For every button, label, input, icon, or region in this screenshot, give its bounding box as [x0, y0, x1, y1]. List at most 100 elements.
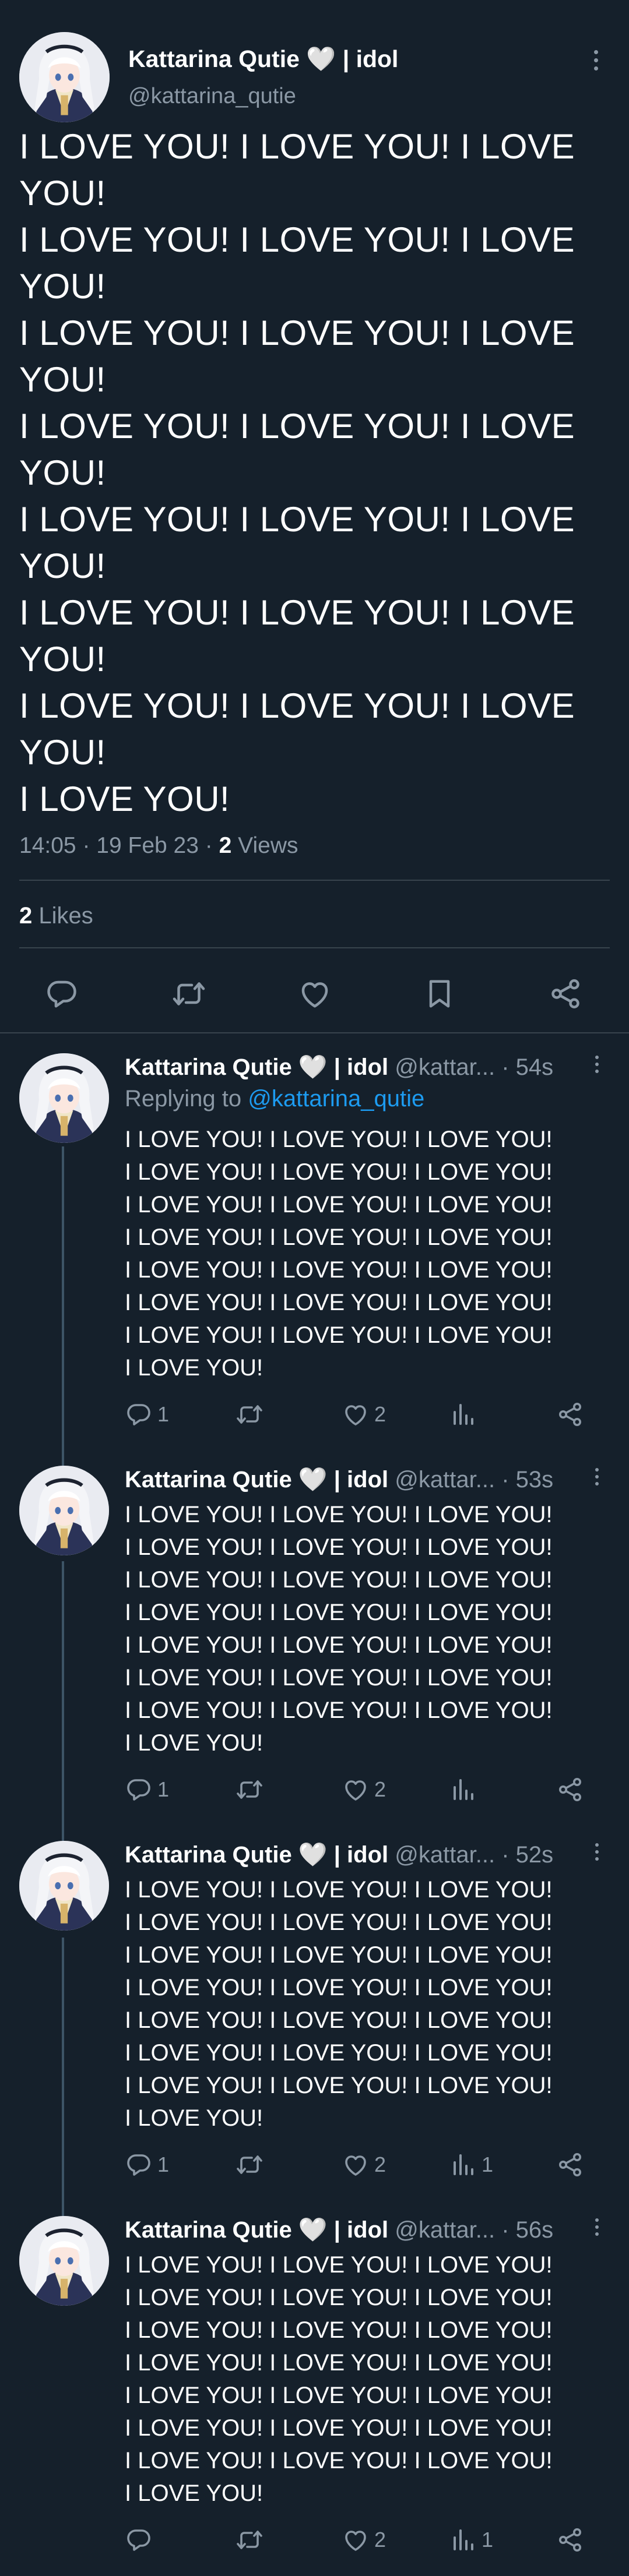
- avatar[interactable]: [19, 32, 110, 122]
- like-button[interactable]: [295, 974, 335, 1014]
- more-icon[interactable]: [593, 1468, 600, 1485]
- meta-separator: ·: [205, 833, 213, 858]
- tweet-text: I LOVE YOU! I LOVE YOU! I LOVE YOU! I LO…: [19, 127, 575, 818]
- reply-button[interactable]: 1: [125, 1772, 169, 1807]
- meta-separator: ·: [82, 833, 90, 858]
- author-handle[interactable]: @kattar...: [395, 1467, 495, 1492]
- retweet-button[interactable]: [236, 2147, 268, 2182]
- views-icon: [449, 1776, 477, 1804]
- author-handle[interactable]: @kattar...: [395, 2217, 495, 2243]
- divider: [0, 1032, 629, 1033]
- share-icon: [556, 2151, 584, 2179]
- like-button[interactable]: 2: [342, 1397, 386, 1432]
- reply-button[interactable]: 1: [125, 2147, 169, 2182]
- more-icon[interactable]: [593, 1843, 600, 1861]
- retweet-button[interactable]: [169, 974, 209, 1014]
- tweet-actions: 2 1: [125, 2522, 591, 2557]
- views-button[interactable]: [449, 1397, 482, 1432]
- likes-label: Likes: [38, 903, 93, 929]
- tweet-text: I LOVE YOU! I LOVE YOU! I LOVE YOU! I LO…: [125, 1502, 553, 1756]
- replying-to: Replying to @kattarina_qutie: [125, 1086, 424, 1112]
- retweet-icon: [171, 976, 206, 1011]
- heart-icon: [342, 1776, 370, 1804]
- retweet-button[interactable]: [236, 1772, 268, 1807]
- likes-count: 2: [19, 903, 33, 929]
- share-button[interactable]: [556, 1397, 584, 1432]
- like-count: 2: [374, 2152, 386, 2176]
- reply-button[interactable]: [42, 974, 82, 1014]
- retweet-icon: [236, 1400, 263, 1428]
- tweet-actions: 1 2: [125, 1772, 591, 1807]
- tweet-text: I LOVE YOU! I LOVE YOU! I LOVE YOU! I LO…: [125, 2252, 553, 2506]
- share-icon: [556, 2526, 584, 2554]
- author-name[interactable]: Kattarina Qutie 🤍 | idol: [125, 1054, 388, 1080]
- more-icon[interactable]: [593, 1056, 600, 1073]
- like-button[interactable]: 2: [342, 2522, 386, 2557]
- reply-icon: [44, 976, 79, 1011]
- views-button[interactable]: [449, 1772, 482, 1807]
- retweet-icon: [236, 1776, 263, 1804]
- views-icon: [449, 2151, 477, 2179]
- author-handle[interactable]: @kattar...: [395, 1842, 495, 1868]
- author-name[interactable]: Kattarina Qutie 🤍 | idol: [128, 45, 398, 73]
- author-handle[interactable]: @kattarina_qutie: [128, 84, 296, 109]
- likes-row[interactable]: 2 Likes: [19, 903, 93, 929]
- tweet-actions: 1 2 1: [125, 2147, 591, 2182]
- reply-button[interactable]: [125, 2522, 157, 2557]
- reply-header: Kattarina Qutie 🤍 | idol @kattar... · 52…: [125, 1841, 591, 1868]
- share-button[interactable]: [556, 2147, 584, 2182]
- avatar[interactable]: [19, 1466, 109, 1555]
- like-button[interactable]: 2: [342, 2147, 386, 2182]
- reply-icon: [125, 1400, 153, 1428]
- reply-button[interactable]: 1: [125, 1397, 169, 1432]
- tweet-date[interactable]: 19 Feb 23: [96, 833, 199, 858]
- reply-header: Kattarina Qutie 🤍 | idol @kattar... · 54…: [125, 1053, 591, 1081]
- replying-to-link[interactable]: @kattarina_qutie: [248, 1086, 424, 1111]
- views-button[interactable]: 1: [449, 2147, 493, 2182]
- tweet-time[interactable]: · 53s: [501, 1467, 553, 1492]
- share-icon: [556, 1776, 584, 1804]
- views-label: Views: [238, 833, 298, 858]
- heart-icon: [342, 2151, 370, 2179]
- reply-count: 1: [157, 1777, 170, 1801]
- share-icon: [548, 976, 583, 1011]
- heart-icon: [342, 2526, 370, 2554]
- tweet-time[interactable]: · 52s: [501, 1842, 553, 1868]
- author-name[interactable]: Kattarina Qutie 🤍 | idol: [125, 1467, 388, 1492]
- views-button[interactable]: 1: [449, 2522, 493, 2557]
- like-button[interactable]: 2: [342, 1772, 386, 1807]
- share-button[interactable]: [546, 974, 585, 1014]
- more-icon[interactable]: [593, 2218, 600, 2236]
- avatar[interactable]: [19, 1841, 109, 1931]
- share-button[interactable]: [556, 2522, 584, 2557]
- author-handle[interactable]: @kattar...: [395, 1054, 495, 1080]
- tweet-actions: 1 2: [125, 1397, 591, 1432]
- bookmark-button[interactable]: [420, 974, 459, 1014]
- author-name[interactable]: Kattarina Qutie 🤍 | idol: [125, 1842, 388, 1868]
- reply-tweet[interactable]: Kattarina Qutie 🤍 | idol @kattar... · 56…: [0, 2216, 629, 2576]
- reply-icon: [125, 1776, 153, 1804]
- tweet-time[interactable]: 14:05: [19, 833, 76, 858]
- reply-icon: [125, 2151, 153, 2179]
- retweet-button[interactable]: [236, 1397, 268, 1432]
- views-count: 2: [219, 833, 232, 858]
- retweet-button[interactable]: [236, 2522, 268, 2557]
- author-name[interactable]: Kattarina Qutie 🤍 | idol: [125, 2217, 388, 2243]
- reply-count: 1: [157, 2152, 170, 2176]
- views-icon: [449, 1400, 477, 1428]
- heart-icon: [297, 976, 332, 1011]
- like-count: 2: [374, 1402, 386, 1426]
- retweet-icon: [236, 2151, 263, 2179]
- tweet-time[interactable]: · 54s: [501, 1054, 553, 1080]
- bookmark-icon: [422, 976, 457, 1011]
- reply-tweet[interactable]: Kattarina Qutie 🤍 | idol @kattar... · 54…: [0, 1053, 629, 1449]
- more-icon[interactable]: [592, 50, 599, 70]
- avatar[interactable]: [19, 2216, 109, 2306]
- share-button[interactable]: [556, 1772, 584, 1807]
- avatar[interactable]: [19, 1053, 109, 1143]
- reply-tweet[interactable]: Kattarina Qutie 🤍 | idol @kattar... · 52…: [0, 1841, 629, 2202]
- reply-tweet[interactable]: Kattarina Qutie 🤍 | idol @kattar... · 53…: [0, 1466, 629, 1827]
- tweet-time[interactable]: · 56s: [501, 2217, 553, 2243]
- like-count: 2: [374, 1777, 386, 1801]
- reply-header: Kattarina Qutie 🤍 | idol @kattar... · 53…: [125, 1466, 591, 1493]
